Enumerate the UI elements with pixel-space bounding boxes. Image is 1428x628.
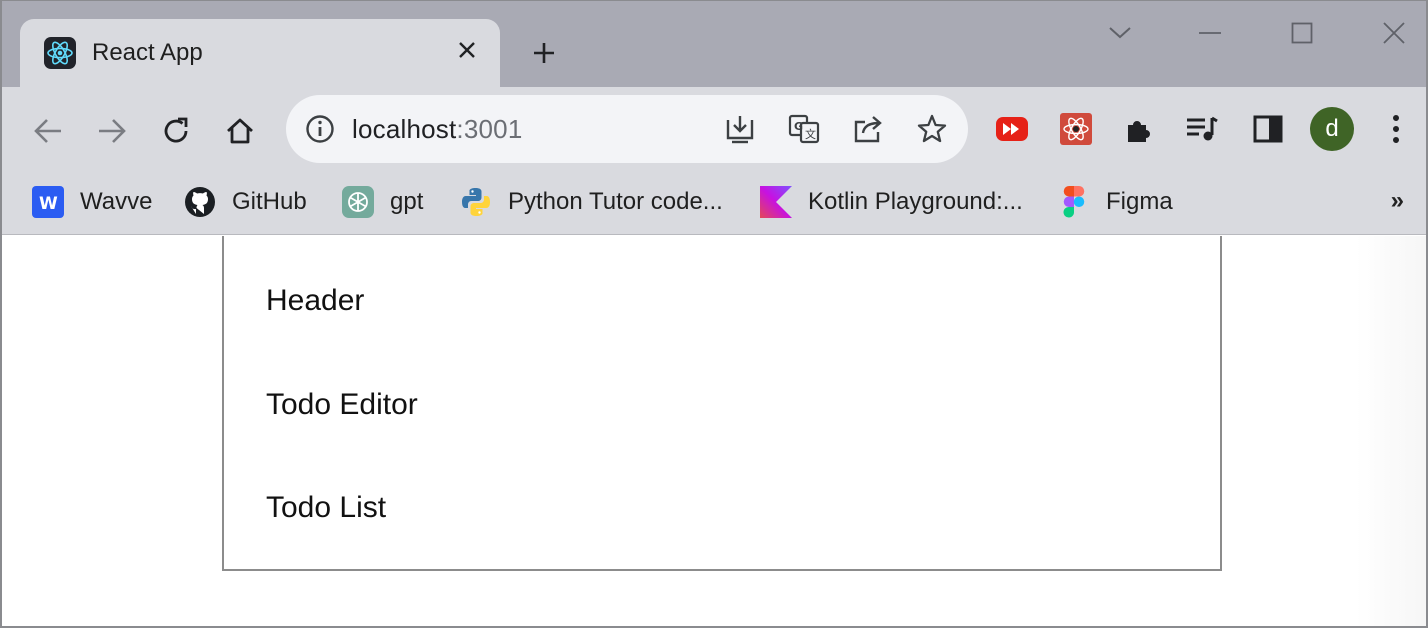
wavve-icon: W (32, 186, 64, 218)
back-arrow-icon[interactable] (26, 109, 70, 153)
url-host: localhost (352, 114, 457, 144)
reload-icon[interactable] (154, 109, 198, 153)
minimize-icon[interactable] (1190, 15, 1230, 51)
svg-text:W: W (39, 194, 58, 214)
bookmark-label: Wavve (80, 188, 153, 215)
new-tab-button[interactable] (526, 35, 562, 71)
bookmark-label: Python Tutor code... (508, 188, 723, 215)
bookmark-github[interactable]: GitHub (184, 181, 307, 223)
address-bar[interactable]: localhost:3001 G文 (286, 95, 968, 163)
python-icon (460, 186, 492, 218)
todo-list-section: Todo List (266, 491, 387, 524)
tab-react-app[interactable]: React App (20, 19, 500, 87)
home-icon[interactable] (218, 109, 262, 153)
bookmarks-bar: W Wavve GitHub gpt Python Tutor code... (2, 173, 1426, 235)
app-container: Header Todo Editor Todo List (222, 236, 1222, 571)
maximize-icon[interactable] (1282, 15, 1322, 51)
extensions-puzzle-icon[interactable] (1120, 109, 1160, 149)
browser-window: React App localhost:3001 G 文 d W Wavve G… (0, 0, 1428, 628)
react-icon (44, 37, 76, 69)
side-panel-icon[interactable] (1248, 109, 1288, 149)
tab-strip: React App (2, 1, 1426, 87)
bookmark-kotlin-playground[interactable]: Kotlin Playground:... (760, 181, 1023, 223)
forward-arrow-icon[interactable] (90, 109, 134, 153)
header-section: Header (266, 284, 365, 317)
url-port: :3001 (456, 114, 523, 144)
bookmark-label: Kotlin Playground:... (808, 188, 1023, 215)
share-icon[interactable] (850, 111, 886, 147)
bookmark-python-tutor[interactable]: Python Tutor code... (460, 181, 723, 223)
react-devtools-extension-icon[interactable] (1056, 109, 1096, 149)
bookmark-star-icon[interactable] (914, 111, 950, 147)
url-text[interactable]: localhost:3001 (352, 114, 523, 145)
bookmark-wavve[interactable]: W Wavve (32, 181, 152, 223)
media-control-icon[interactable] (1182, 109, 1222, 149)
chatgpt-icon (342, 186, 374, 218)
translate-icon[interactable]: G文 (786, 111, 822, 147)
browser-toolbar: localhost:3001 G文 d (2, 87, 1426, 173)
tab-title: React App (92, 39, 203, 66)
page-scroll-shadow (1356, 236, 1426, 626)
close-window-icon[interactable] (1374, 15, 1414, 51)
bookmark-label: Figma (1106, 188, 1173, 215)
todo-editor-section: Todo Editor (266, 388, 418, 421)
site-info-icon[interactable] (304, 113, 336, 145)
install-app-icon[interactable] (722, 111, 758, 147)
github-icon (184, 186, 216, 218)
more-bookmarks-chevron-icon[interactable]: » (1391, 187, 1404, 215)
bookmark-figma[interactable]: Figma (1058, 181, 1173, 223)
figma-icon (1058, 186, 1090, 218)
tab-search-chevron-icon[interactable] (1100, 15, 1140, 51)
bookmark-label: GitHub (232, 188, 307, 215)
kotlin-icon (760, 186, 792, 218)
youtube-skip-extension-icon[interactable] (992, 109, 1032, 149)
kebab-menu-icon[interactable] (1376, 109, 1416, 149)
close-tab-icon[interactable] (452, 35, 482, 65)
profile-avatar[interactable]: d (1310, 107, 1354, 151)
page-content: Header Todo Editor Todo List (2, 236, 1426, 626)
bookmark-gpt[interactable]: gpt (342, 181, 423, 223)
svg-text:文: 文 (805, 127, 816, 141)
svg-text:G: G (794, 120, 803, 133)
bookmark-label: gpt (390, 188, 424, 215)
